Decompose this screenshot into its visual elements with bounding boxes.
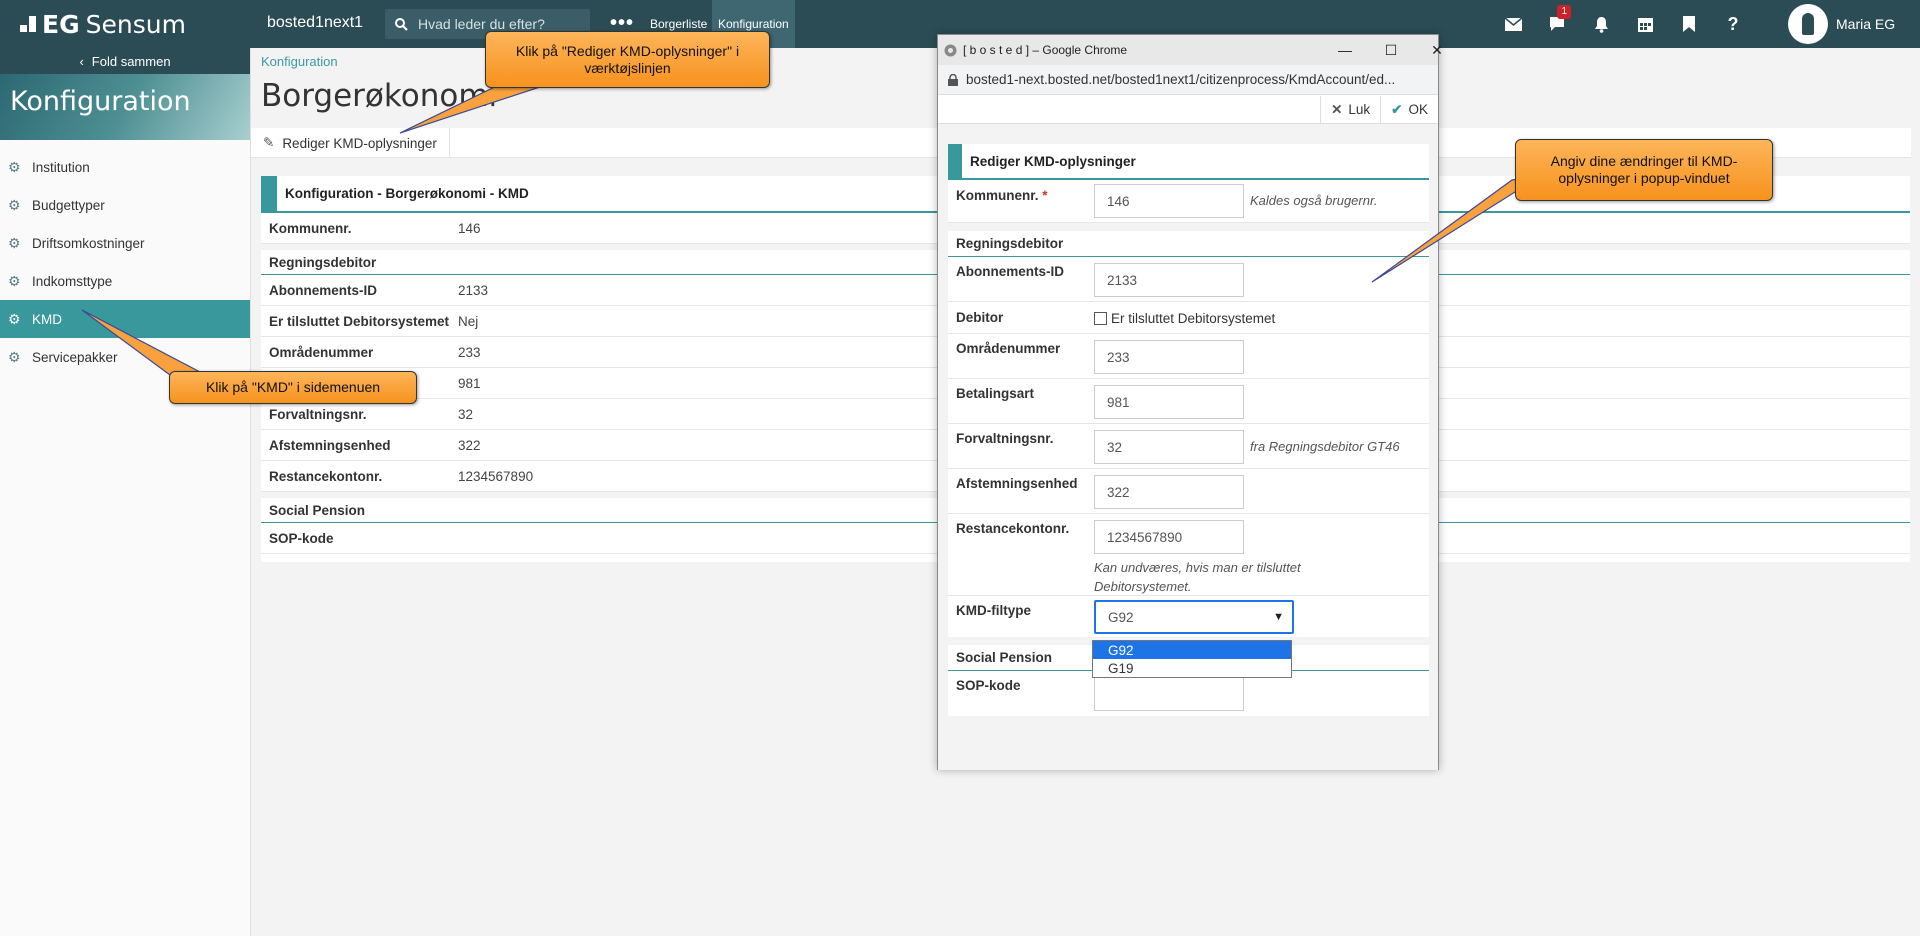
popup-callout: Angiv dine ændringer til KMD-oplysninger… [1515, 139, 1773, 201]
toolbar-callout: Klik på "Rediger KMD-oplysninger" i værk… [485, 31, 770, 88]
toolbar-callout-pointer [399, 81, 556, 134]
kmd-callout-pointer [81, 309, 203, 376]
kmd-callout: Klik på "KMD" i sidemenuen [169, 371, 417, 404]
